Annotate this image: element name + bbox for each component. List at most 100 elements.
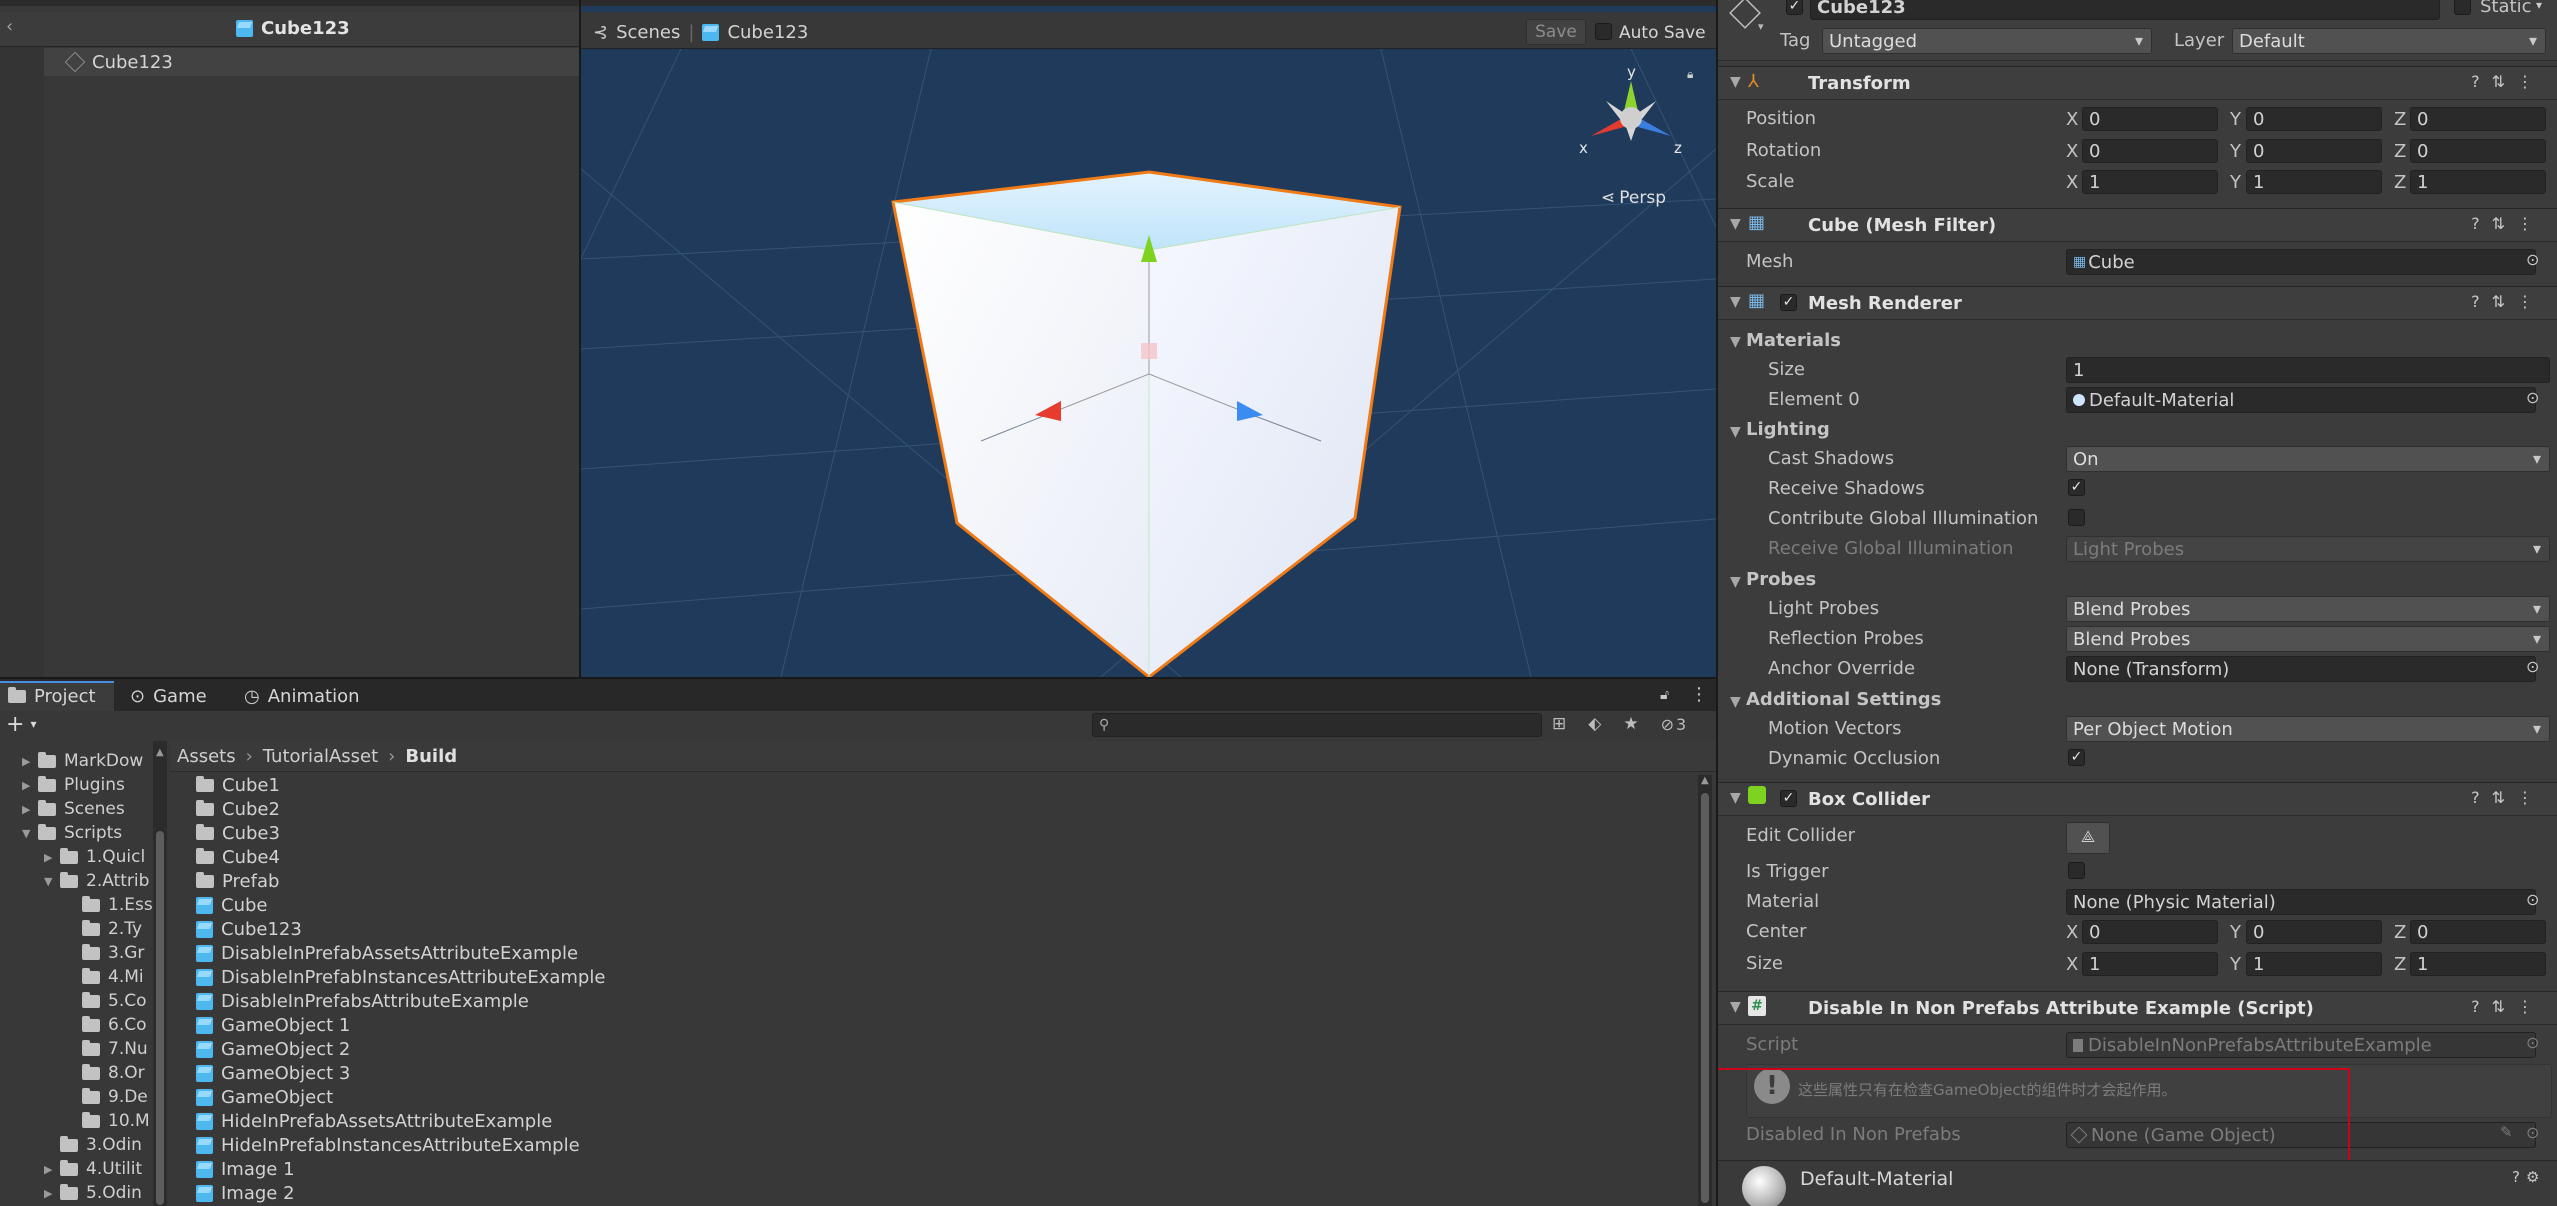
component-header-icons[interactable]: ?⇅⋮: [2471, 997, 2545, 1016]
fold-arrow-icon[interactable]: ▼: [1730, 74, 1741, 90]
anchor-override-field[interactable]: None (Transform): [2066, 656, 2536, 682]
add-asset-button[interactable]: + ▾: [6, 711, 36, 737]
filter-by-type-icon[interactable]: ⊞: [1552, 714, 1566, 734]
dynamic-occlusion-checkbox[interactable]: ✓: [2068, 749, 2085, 766]
collapsed-arrow-icon[interactable]: ▶: [44, 851, 60, 864]
scroll-up-arrow[interactable]: ▲: [1701, 775, 1709, 786]
asset-prefab-item[interactable]: HideInPrefabAssetsAttributeExample: [196, 1111, 552, 1132]
expanded-arrow-icon[interactable]: ▼: [44, 875, 60, 888]
box-collider-enabled-checkbox[interactable]: ✓: [1780, 790, 1797, 807]
asset-prefab-item[interactable]: GameObject: [196, 1087, 333, 1108]
folder-tree-item[interactable]: 10.M: [66, 1111, 150, 1131]
folder-tree-item[interactable]: 3.Gr: [66, 943, 144, 963]
gameobject-active-checkbox[interactable]: ✓: [1786, 0, 1803, 15]
object-picker-icon[interactable]: ⊙: [2526, 250, 2539, 269]
auto-save-checkbox[interactable]: [1595, 23, 1612, 40]
project-search-input[interactable]: ⚲: [1092, 713, 1542, 737]
folder-tree-item[interactable]: ▼ Scripts: [22, 823, 122, 843]
favorite-star-icon[interactable]: ★: [1623, 714, 1638, 734]
asset-folder-item[interactable]: Cube2: [196, 799, 280, 820]
folder-tree-item[interactable]: 9.De: [66, 1087, 148, 1107]
breadcrumb-build[interactable]: Build: [405, 746, 457, 767]
scroll-up-arrow[interactable]: ▲: [156, 747, 164, 758]
reflection-probes-dropdown[interactable]: Blend Probes: [2066, 626, 2550, 652]
asset-prefab-item[interactable]: HideInPrefabInstancesAttributeExample: [196, 1135, 580, 1156]
filter-by-label-icon[interactable]: ⬖: [1588, 714, 1601, 734]
asset-prefab-item[interactable]: DisableInPrefabsAttributeExample: [196, 991, 529, 1012]
folder-tree-item[interactable]: 8.Or: [66, 1063, 145, 1083]
component-header-icons[interactable]: ?⇅⋮: [2471, 788, 2545, 807]
mesh-renderer-enabled-checkbox[interactable]: ✓: [1780, 294, 1797, 311]
scale-x-field[interactable]: 1: [2082, 170, 2218, 194]
center-handle[interactable]: [1141, 343, 1157, 359]
tree-scrollbar[interactable]: ▲: [153, 741, 167, 1206]
edit-collider-button[interactable]: ⟁: [2066, 822, 2110, 854]
scene-viewport[interactable]: [581, 49, 1716, 677]
asset-prefab-item[interactable]: Image 1: [196, 1159, 295, 1180]
tree-scroll-thumb[interactable]: [156, 831, 164, 1205]
scene-back-icon[interactable]: ⊰: [593, 22, 608, 43]
is-trigger-checkbox[interactable]: [2068, 862, 2085, 879]
position-z-field[interactable]: 0: [2410, 107, 2546, 131]
fold-arrow-icon[interactable]: ▼: [1730, 574, 1741, 590]
size-x-field[interactable]: 1: [2082, 952, 2218, 976]
asset-scrollbar[interactable]: ▲: [1698, 775, 1712, 1206]
folder-tree-item[interactable]: 7.Nu: [66, 1039, 148, 1059]
lock-icon[interactable]: 🔒︎: [1687, 67, 1693, 82]
materials-size-field[interactable]: 1: [2066, 357, 2550, 383]
position-x-field[interactable]: 0: [2082, 107, 2218, 131]
cast-shadows-dropdown[interactable]: On: [2066, 446, 2550, 472]
rotation-x-field[interactable]: 0: [2082, 139, 2218, 163]
materials-label[interactable]: Materials: [1746, 330, 1841, 351]
orientation-gizmo[interactable]: y x z: [1576, 61, 1686, 171]
object-picker-icon[interactable]: ⊙: [2526, 890, 2539, 909]
motion-vectors-dropdown[interactable]: Per Object Motion: [2066, 716, 2550, 742]
fold-arrow-icon[interactable]: ▼: [1730, 999, 1741, 1015]
size-z-field[interactable]: 1: [2410, 952, 2546, 976]
fold-arrow-icon[interactable]: ▼: [1730, 294, 1741, 310]
center-z-field[interactable]: 0: [2410, 920, 2546, 944]
mesh-field[interactable]: ▦ Cube: [2066, 249, 2536, 275]
asset-folder-item[interactable]: Prefab: [196, 871, 279, 892]
size-y-field[interactable]: 1: [2246, 952, 2382, 976]
folder-tree-item[interactable]: 5.Co: [66, 991, 147, 1011]
additional-settings-label[interactable]: Additional Settings: [1746, 689, 1941, 710]
asset-prefab-item[interactable]: Cube: [196, 895, 267, 916]
panel-lock-icon[interactable]: 🔓︎: [1660, 687, 1669, 703]
collapsed-arrow-icon[interactable]: ▶: [22, 755, 38, 768]
folder-tree-item[interactable]: ▶ Scenes: [22, 799, 125, 819]
hidden-packages-icon[interactable]: ⊘ 3: [1661, 715, 1687, 734]
folder-tree-item[interactable]: ▶ Plugins: [22, 775, 125, 795]
asset-folder-item[interactable]: Cube1: [196, 775, 280, 796]
collapsed-arrow-icon[interactable]: ▶: [22, 803, 38, 816]
fold-arrow-icon[interactable]: ▼: [1730, 694, 1741, 710]
collapsed-arrow-icon[interactable]: ▶: [22, 779, 38, 792]
tab-game[interactable]: ⊙ Game: [130, 681, 207, 711]
fold-arrow-icon[interactable]: ▼: [1730, 790, 1741, 806]
asset-scroll-thumb[interactable]: [1701, 793, 1709, 1203]
fold-arrow-icon[interactable]: ▼: [1730, 334, 1741, 350]
expanded-arrow-icon[interactable]: ▼: [22, 827, 38, 840]
component-header-icons[interactable]: ?⇅⋮: [2471, 72, 2545, 91]
center-x-field[interactable]: 0: [2082, 920, 2218, 944]
folder-tree-item[interactable]: 2.Ty: [66, 919, 142, 939]
asset-prefab-item[interactable]: GameObject 2: [196, 1039, 350, 1060]
asset-prefab-item[interactable]: Image 2: [196, 1183, 295, 1204]
tag-dropdown[interactable]: Untagged: [1822, 28, 2152, 54]
static-dropdown-chevron[interactable]: ▾: [2536, 0, 2542, 12]
probes-label[interactable]: Probes: [1746, 569, 1816, 590]
center-y-field[interactable]: 0: [2246, 920, 2382, 944]
folder-tree-item[interactable]: ▶ MarkDow: [22, 751, 143, 771]
static-checkbox[interactable]: [2454, 0, 2471, 15]
hierarchy-item[interactable]: Cube123: [44, 48, 579, 76]
persp-toggle[interactable]: ⋖ Persp: [1601, 188, 1666, 208]
breadcrumb-object[interactable]: Cube123: [727, 22, 808, 43]
folder-tree-item[interactable]: ▶ 4.Utilit: [44, 1159, 142, 1179]
tab-project[interactable]: Project: [8, 681, 96, 711]
scale-y-field[interactable]: 1: [2246, 170, 2382, 194]
folder-tree-item[interactable]: ▶ 1.Quicl: [44, 847, 145, 867]
collapsed-arrow-icon[interactable]: ▶: [44, 1187, 60, 1200]
element0-field[interactable]: Default-Material: [2066, 387, 2536, 413]
folder-tree-item[interactable]: 6.Co: [66, 1015, 147, 1035]
component-header-icons[interactable]: ?⇅⋮: [2471, 292, 2545, 311]
